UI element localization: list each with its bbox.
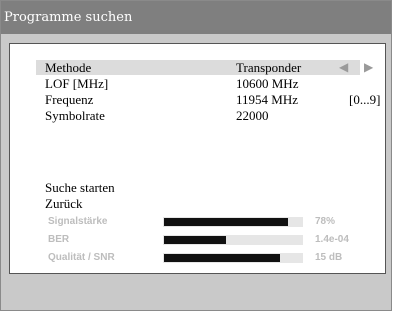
method-label: Methode <box>45 60 92 75</box>
window-title: Programme suchen <box>1 1 391 34</box>
ber-label: BER <box>48 234 70 245</box>
frequency-range: [0...9] <box>349 92 381 107</box>
ber-value: 1.4e-04 <box>315 234 349 245</box>
signal-strength-fill <box>164 218 289 226</box>
method-value[interactable]: Transponder <box>236 60 301 75</box>
signal-strength-label: Signalstärke <box>48 216 108 227</box>
ber-row: BER 1.4e-04 <box>10 233 385 247</box>
ber-bar <box>163 235 303 245</box>
lof-value[interactable]: 10600 MHz <box>236 76 298 91</box>
back-button[interactable]: Zurück <box>45 196 83 211</box>
signal-strength-row: Signalstärke 78% <box>10 215 385 229</box>
search-settings-panel: Methode Transponder ◀ ▶ LOF [MHz] 10600 … <box>9 43 386 274</box>
quality-snr-row: Qualität / SNR 15 dB <box>10 251 385 265</box>
frequency-label: Frequenz <box>45 92 94 107</box>
quality-snr-fill <box>164 254 280 262</box>
symbolrate-value[interactable]: 22000 <box>236 108 269 123</box>
frequency-row[interactable]: Frequenz 11954 MHz [0...9] <box>36 92 380 107</box>
signal-strength-bar <box>163 217 303 227</box>
quality-snr-value: 15 dB <box>315 252 343 263</box>
frequency-value[interactable]: 11954 MHz <box>236 92 298 107</box>
symbolrate-label: Symbolrate <box>45 108 105 123</box>
left-right-arrow-icons[interactable]: ◀ ▶ <box>339 60 379 75</box>
quality-snr-label: Qualität / SNR <box>48 252 115 263</box>
quality-snr-bar <box>163 253 303 263</box>
search-programs-screen: Programme suchen Methode Transponder ◀ ▶… <box>0 0 392 311</box>
method-row[interactable]: Methode Transponder ◀ ▶ <box>36 60 373 75</box>
signal-strength-value: 78% <box>315 216 336 227</box>
ber-fill <box>164 236 227 244</box>
lof-label: LOF [MHz] <box>45 76 109 91</box>
start-search-button[interactable]: Suche starten <box>45 180 115 195</box>
